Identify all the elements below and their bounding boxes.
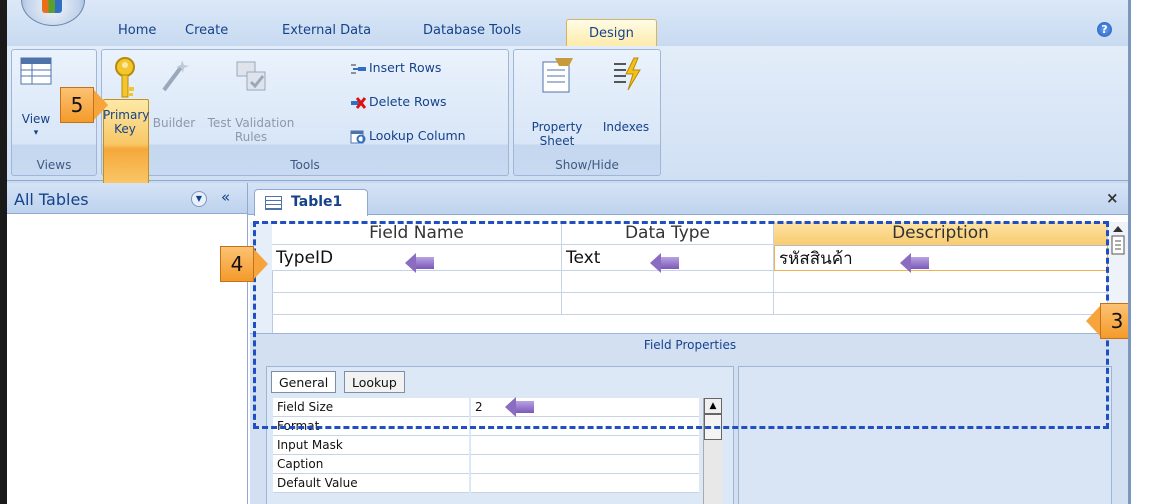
window-edge <box>0 0 7 504</box>
indexes-button[interactable]: Indexes <box>598 54 654 134</box>
pointer-arrow-icon <box>405 253 435 273</box>
insert-rows-button[interactable]: Insert Rows <box>350 60 441 76</box>
document-tab-label: Table1 <box>291 194 343 210</box>
primary-key-button[interactable]: Primary Key <box>103 56 150 136</box>
help-icon[interactable]: ? <box>1097 22 1112 37</box>
property-row-caption: Caption <box>273 455 699 474</box>
property-sheet-button[interactable]: Property Sheet <box>522 54 592 148</box>
lookup-column-button[interactable]: Lookup Column <box>350 128 466 144</box>
property-row-default-value: Default Value <box>273 474 699 493</box>
tab-external-data[interactable]: External Data <box>282 23 371 38</box>
property-value-default-value[interactable] <box>471 474 699 493</box>
group-show-hide: Property Sheet Indexes Show/Hide <box>513 49 661 176</box>
builder-wand-icon <box>156 56 192 92</box>
property-sheet-label: Property <box>531 120 583 134</box>
view-label: View <box>21 112 51 126</box>
insert-rows-label: Insert Rows <box>369 60 442 75</box>
primary-key-label: Primary <box>103 108 150 122</box>
step-5-badge: 5 <box>60 87 108 123</box>
primary-key-label2: Key <box>114 122 136 136</box>
highlight-box <box>253 221 1109 429</box>
table-icon <box>265 196 282 210</box>
step-4-pointer-icon <box>254 249 268 279</box>
delete-rows-icon <box>350 96 367 110</box>
nav-title[interactable]: All Tables <box>14 190 89 209</box>
group-label-show-hide: Show/Hide <box>555 158 619 172</box>
step-3-badge: 3 <box>1086 303 1134 339</box>
property-value-caption[interactable] <box>471 455 699 474</box>
property-row-input-mask: Input Mask <box>273 436 699 455</box>
pointer-arrow-icon <box>505 397 535 417</box>
property-label: Default Value <box>273 474 469 493</box>
office-logo-icon <box>42 0 62 13</box>
document-tab-table1[interactable]: Table1 <box>254 189 368 216</box>
nav-collapse-icon[interactable]: « <box>221 188 230 206</box>
close-document-icon[interactable]: × <box>1106 189 1119 207</box>
insert-rows-icon <box>350 62 366 76</box>
delete-rows-label: Delete Rows <box>369 94 447 109</box>
nav-dropdown-icon[interactable]: ▼ <box>191 191 207 207</box>
property-value-input-mask[interactable] <box>471 436 699 455</box>
test-validation-label2: Rules <box>234 130 268 144</box>
property-label: Caption <box>273 455 469 474</box>
step-5-pointer-icon <box>94 90 108 120</box>
tab-database-tools[interactable]: Database Tools <box>423 23 521 38</box>
navigation-pane: All Tables ▼ « <box>7 183 248 504</box>
view-icon <box>18 54 54 90</box>
ribbon: View ▾ Views Tools Primary Key Builder T… <box>7 46 1129 199</box>
pointer-arrow-icon <box>650 253 680 273</box>
tab-create[interactable]: Create <box>185 23 228 38</box>
step-4-badge: 4 <box>220 246 268 282</box>
test-validation-label: Test Validation <box>207 116 295 130</box>
outer-margin <box>1131 0 1149 504</box>
pointer-arrow-icon <box>900 253 930 273</box>
delete-rows-button[interactable]: Delete Rows <box>350 94 447 110</box>
office-button[interactable] <box>21 0 85 26</box>
builder-button[interactable]: Builder <box>147 56 201 130</box>
key-icon <box>107 56 143 98</box>
step-5-number: 5 <box>60 87 94 123</box>
tab-design[interactable]: Design <box>566 19 657 47</box>
indexes-label: Indexes <box>602 120 650 134</box>
lookup-column-label: Lookup Column <box>369 128 466 143</box>
ribbon-tabbar: Home Create External Data Database Tools… <box>7 0 1129 47</box>
test-validation-button[interactable]: Test Validation Rules <box>203 56 299 144</box>
access-window: Home Create External Data Database Tools… <box>0 0 1149 504</box>
property-label: Input Mask <box>273 436 469 455</box>
tab-home[interactable]: Home <box>118 23 156 38</box>
nav-header: All Tables ▼ « <box>7 183 247 214</box>
lookup-column-icon <box>350 130 366 144</box>
property-sheet-icon <box>539 54 575 93</box>
builder-label: Builder <box>152 116 196 130</box>
indexes-icon <box>608 54 644 91</box>
test-validation-icon <box>233 56 269 92</box>
group-label-views: Views <box>36 158 72 172</box>
step-3-pointer-icon <box>1086 306 1100 336</box>
view-dropdown-icon[interactable]: ▾ <box>18 126 54 140</box>
group-label-tools: Tools <box>290 158 320 172</box>
document-tabbar: Table1 × <box>248 183 1130 216</box>
step-4-number: 4 <box>220 246 254 282</box>
property-sheet-label2: Sheet <box>539 134 575 148</box>
view-button[interactable]: View ▾ <box>18 54 54 140</box>
